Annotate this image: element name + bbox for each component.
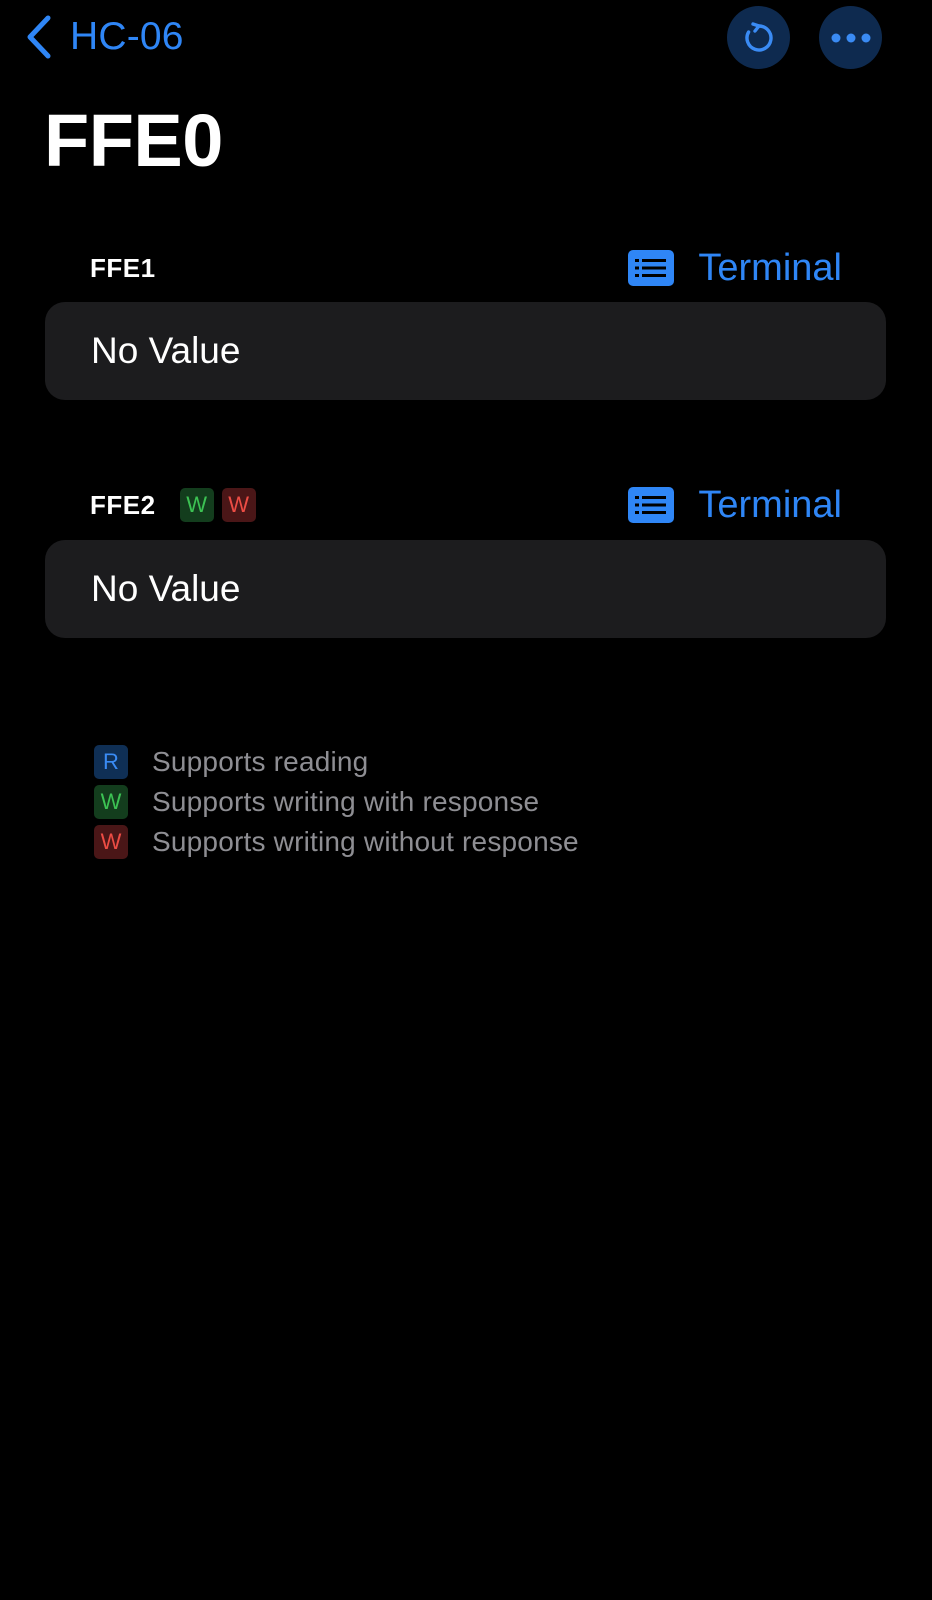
characteristic-name: FFE1 — [90, 252, 156, 283]
terminal-link-ffe2[interactable]: Terminal — [628, 484, 842, 527]
legend-item-write-with-response: W Supports writing with response — [94, 785, 579, 819]
write-without-response-badge: W — [221, 488, 256, 522]
page-title: FFE0 — [44, 99, 223, 182]
refresh-icon — [742, 21, 776, 55]
characteristic-header-ffe1: FFE1 Terminal — [90, 243, 842, 293]
more-button[interactable] — [819, 6, 882, 69]
legend-item-write-without-response: W Supports writing without response — [94, 825, 579, 859]
write-with-response-badge: W — [94, 785, 128, 819]
legend-text: Supports writing with response — [152, 786, 540, 817]
terminal-list-icon — [628, 250, 675, 286]
legend-text: Supports writing without response — [152, 826, 579, 857]
property-badges: W W — [179, 488, 256, 522]
write-with-response-badge: W — [179, 488, 214, 522]
properties-legend: R Supports reading W Supports writing wi… — [94, 745, 579, 859]
read-badge: R — [94, 745, 128, 779]
characteristic-header-ffe2: FFE2 W W Terminal — [90, 480, 842, 530]
value-card-ffe2[interactable]: No Value — [45, 540, 886, 638]
terminal-list-icon — [628, 487, 675, 523]
back-button[interactable]: HC-06 — [26, 12, 184, 62]
legend-text: Supports reading — [152, 746, 369, 777]
chevron-left-icon — [26, 15, 52, 59]
ellipsis-icon — [831, 33, 871, 43]
value-text: No Value — [91, 568, 241, 609]
value-card-ffe1[interactable]: No Value — [45, 302, 886, 400]
value-text: No Value — [91, 330, 241, 371]
characteristic-name: FFE2 — [90, 489, 156, 520]
back-label: HC-06 — [70, 15, 184, 58]
terminal-label: Terminal — [698, 246, 842, 289]
refresh-button[interactable] — [727, 6, 790, 69]
terminal-link-ffe1[interactable]: Terminal — [628, 247, 842, 290]
write-without-response-badge: W — [94, 825, 128, 859]
legend-item-read: R Supports reading — [94, 745, 579, 779]
terminal-label: Terminal — [698, 483, 842, 526]
